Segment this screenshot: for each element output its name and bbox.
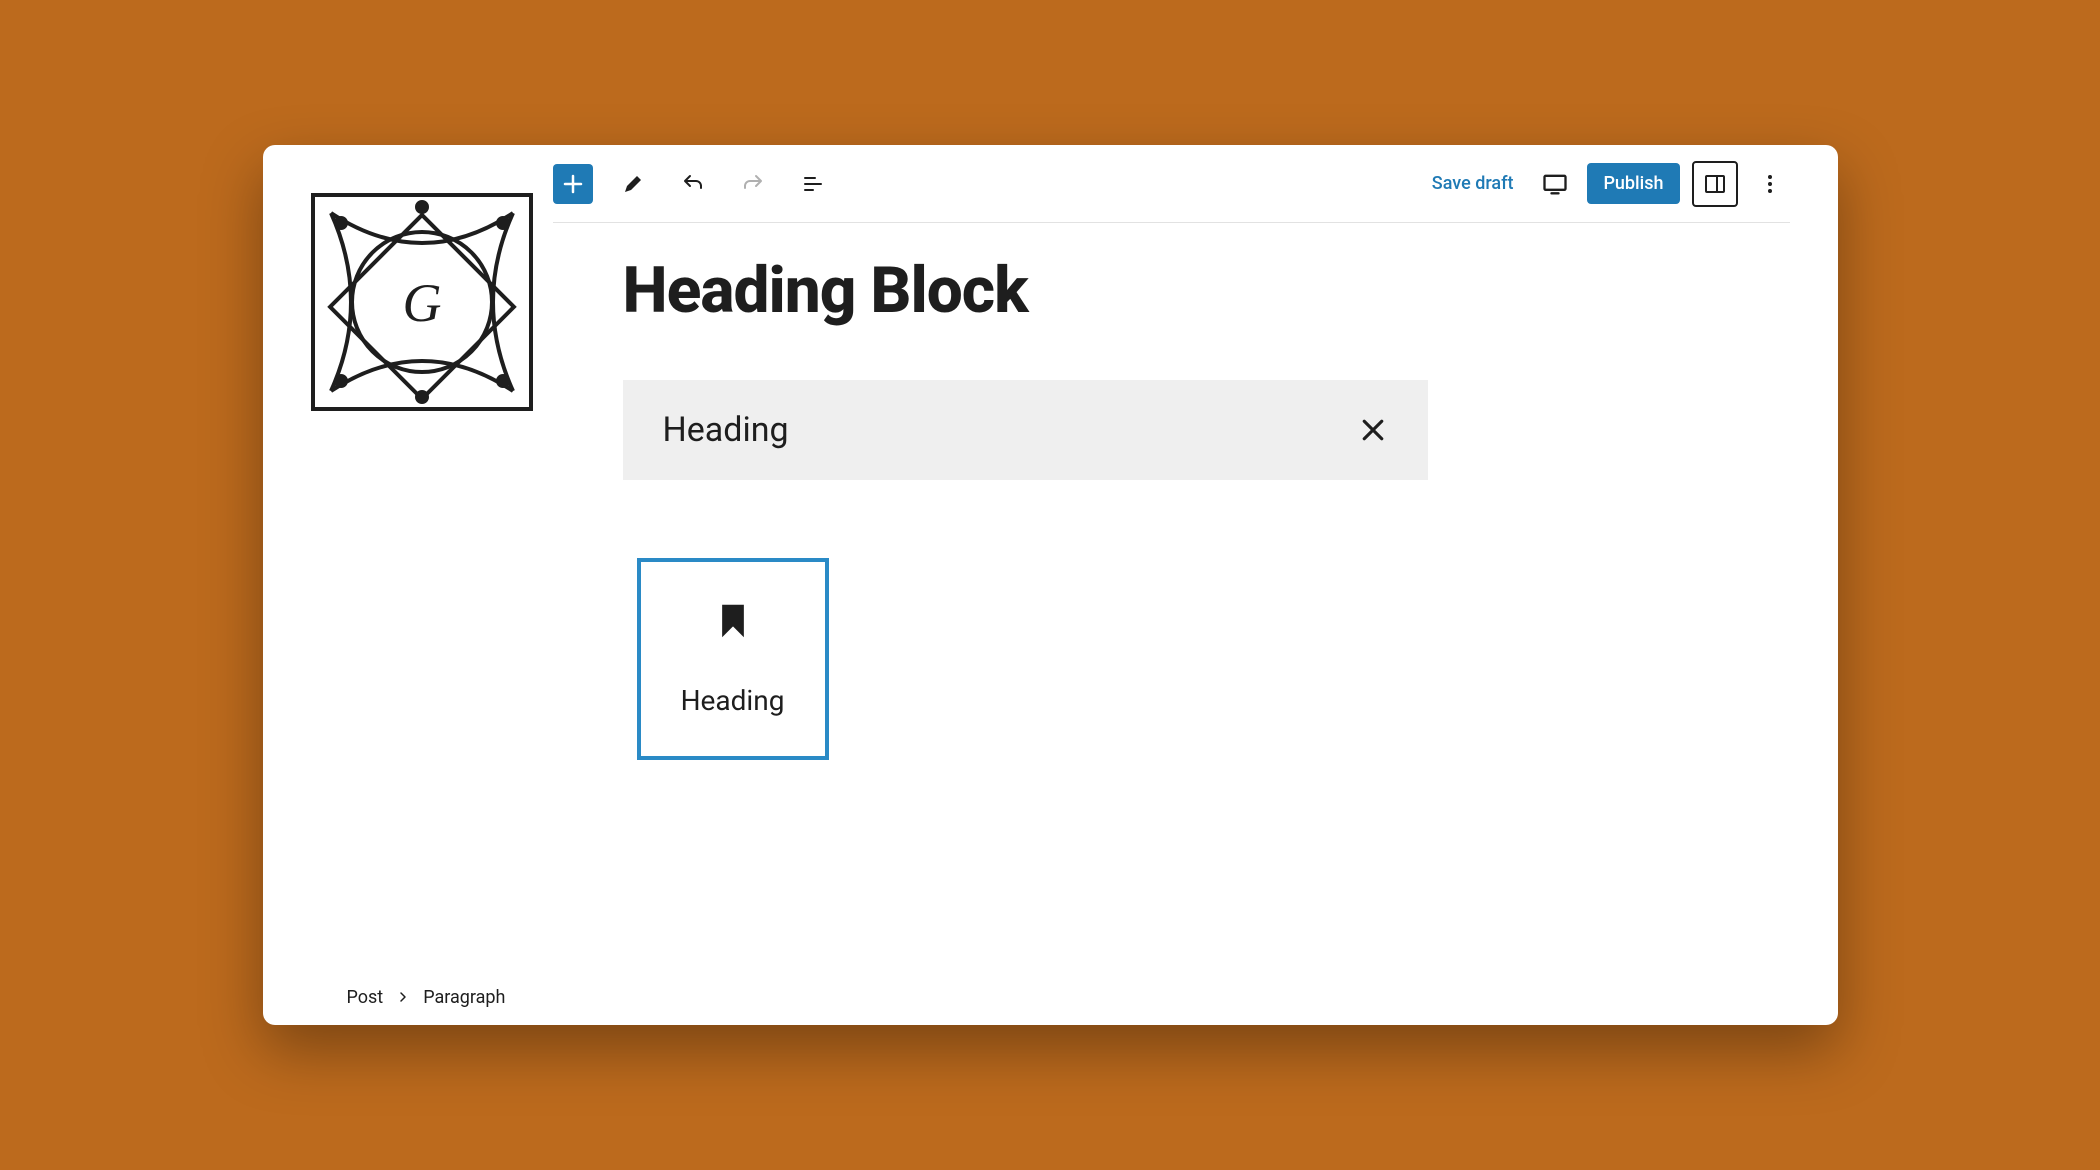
tools-button[interactable] — [613, 164, 653, 204]
add-block-button[interactable] — [553, 164, 593, 204]
preview-button[interactable] — [1535, 164, 1575, 204]
site-logo[interactable]: G — [311, 193, 533, 411]
editor-area: Heading Block Heading Heading — [553, 223, 1790, 969]
page-title[interactable]: Heading Block — [623, 253, 1790, 328]
main-row: G — [263, 145, 1838, 969]
settings-sidebar-toggle[interactable] — [1692, 161, 1738, 207]
top-toolbar: Save draft Publish — [553, 145, 1790, 223]
toolbar-left — [553, 164, 833, 204]
editor-window: G — [263, 145, 1838, 1025]
heading-block-option[interactable]: Heading — [637, 558, 829, 760]
bookmark-icon — [716, 602, 750, 640]
logo-column: G — [263, 145, 553, 969]
block-search-box[interactable]: Heading — [623, 380, 1428, 480]
redo-button[interactable] — [733, 164, 773, 204]
clear-icon[interactable] — [1358, 415, 1388, 445]
content-column: Save draft Publish Heading Block — [553, 145, 1838, 969]
breadcrumb-current[interactable]: Paragraph — [423, 987, 505, 1008]
save-draft-button[interactable]: Save draft — [1422, 173, 1524, 194]
chevron-right-icon — [397, 991, 409, 1003]
breadcrumb: Post Paragraph — [263, 969, 1838, 1025]
block-search-input[interactable]: Heading — [663, 410, 1358, 450]
block-option-label: Heading — [681, 684, 785, 717]
undo-button[interactable] — [673, 164, 713, 204]
toolbar-right: Save draft Publish — [1422, 161, 1790, 207]
document-overview-button[interactable] — [793, 164, 833, 204]
more-options-button[interactable] — [1750, 164, 1790, 204]
breadcrumb-root[interactable]: Post — [347, 987, 384, 1008]
svg-text:G: G — [402, 273, 441, 333]
publish-button[interactable]: Publish — [1587, 163, 1679, 204]
